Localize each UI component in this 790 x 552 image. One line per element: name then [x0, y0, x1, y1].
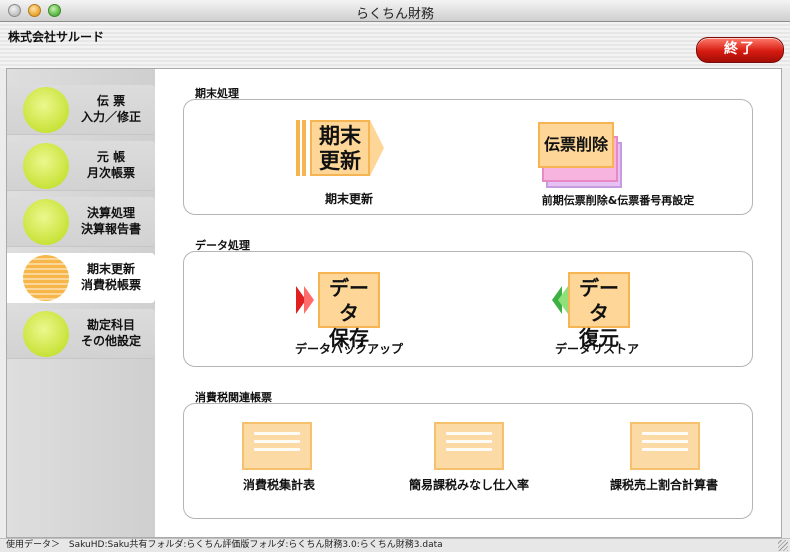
- taxable-sales-ratio-action[interactable]: 課税売上割合計算書: [564, 404, 752, 518]
- sidebar: 伝 票 入力／修正 元 帳 月次帳票 決算処理 決算報告書 期末更新 消費税帳票…: [7, 69, 155, 537]
- green-ball-icon: [23, 87, 69, 133]
- exit-button[interactable]: 終了: [696, 37, 784, 63]
- data-backup-caption: データバックアップ: [294, 342, 403, 356]
- document-icon: [630, 422, 700, 470]
- icon-text-line1: データ: [579, 276, 619, 325]
- simplified-tax-caption: 簡易課税みなし仕入率: [408, 478, 529, 492]
- window-titlebar: らくちん財務: [0, 0, 790, 22]
- sidebar-item-label: 期末更新: [86, 262, 135, 276]
- sidebar-item-label: 勘定科目: [86, 318, 135, 332]
- sidebar-item-voucher[interactable]: 伝 票 入力／修正: [7, 85, 155, 135]
- icon-text: 伝票削除: [538, 122, 614, 168]
- resize-grip-icon[interactable]: [778, 540, 788, 551]
- sidebar-item-sublabel: 月次帳票: [86, 166, 135, 180]
- sidebar-item-label: 元 帳: [96, 150, 126, 164]
- orange-ball-icon: [23, 255, 69, 301]
- company-name: 株式会社サルード: [8, 30, 105, 44]
- data-restore-action[interactable]: データ 復元 データリストア: [484, 252, 752, 366]
- status-bar: 使用データ＞ SakuHD:Saku共有フォルダ:らくちん評価版フォルダ:らくち…: [0, 538, 790, 552]
- sidebar-item-sublabel: 決算報告書: [80, 222, 141, 236]
- icon-text-line2: 更新: [319, 149, 361, 173]
- data-restore-caption: データリストア: [554, 342, 639, 356]
- sidebar-item-sublabel: その他設定: [80, 334, 141, 348]
- document-icon: [434, 422, 504, 470]
- data-file-path: SakuHD:Saku共有フォルダ:らくちん評価版フォルダ:らくちん財務3.0:…: [68, 540, 443, 550]
- sidebar-item-label: 決算処理: [86, 206, 135, 220]
- document-icon: [242, 422, 312, 470]
- tax-reports-group: 消費税集計表 簡易課税みなし仕入率 課税売上割合計算書: [183, 403, 753, 519]
- year-end-update-caption: 期末更新: [324, 192, 373, 206]
- green-ball-icon: [23, 199, 69, 245]
- app-header: 株式会社サルード 終了: [0, 22, 790, 68]
- status-label: 使用データ＞: [6, 540, 61, 550]
- sidebar-item-settlement[interactable]: 決算処理 決算報告書: [7, 197, 155, 247]
- green-ball-icon: [23, 143, 69, 189]
- data-group: データ 保存 データバックアップ データ 復元 データリストア: [183, 251, 753, 367]
- tax-summary-action[interactable]: 消費税集計表: [184, 404, 374, 518]
- icon-text-line1: データ: [329, 276, 369, 325]
- window-title: らくちん財務: [355, 7, 434, 22]
- sidebar-item-ledger[interactable]: 元 帳 月次帳票: [7, 141, 155, 191]
- sidebar-item-sublabel: 消費税帳票: [80, 278, 141, 292]
- delete-vouchers-caption: 前期伝票削除&伝票番号再設定: [541, 194, 695, 207]
- year-end-update-action[interactable]: 期末 更新 期末更新: [184, 100, 464, 214]
- tax-summary-caption: 消費税集計表: [242, 478, 315, 492]
- sidebar-item-year-end[interactable]: 期末更新 消費税帳票: [7, 253, 155, 303]
- simplified-tax-action[interactable]: 簡易課税みなし仕入率: [374, 404, 564, 518]
- sidebar-item-sublabel: 入力／修正: [80, 110, 141, 124]
- icon-text-line1: 期末: [319, 124, 361, 148]
- main-panel: 伝 票 入力／修正 元 帳 月次帳票 決算処理 決算報告書 期末更新 消費税帳票…: [6, 68, 782, 538]
- taxable-sales-ratio-caption: 課税売上割合計算書: [609, 478, 718, 492]
- sidebar-item-accounts[interactable]: 勘定科目 その他設定: [7, 309, 155, 359]
- delete-vouchers-action[interactable]: 伝票削除 前期伝票削除&伝票番号再設定: [484, 100, 752, 214]
- green-ball-icon: [23, 311, 69, 357]
- sidebar-item-label: 伝 票: [96, 94, 126, 108]
- year-end-group: 期末 更新 期末更新 伝票削除 前期伝票削除&伝票番号再設定: [183, 99, 753, 215]
- data-backup-action[interactable]: データ 保存 データバックアップ: [184, 252, 484, 366]
